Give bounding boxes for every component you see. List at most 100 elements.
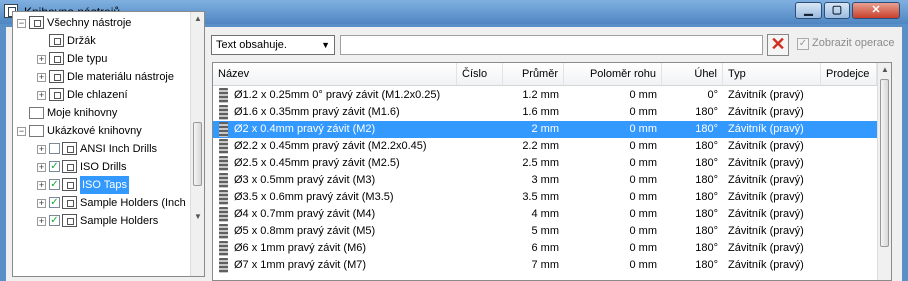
cell-name: Ø1.2 x 0.25mm 0° pravý závit (M1.2x0.25) [234, 89, 441, 101]
cell-type: Závitník (pravý) [728, 225, 804, 237]
cell-number [457, 257, 503, 274]
table-row[interactable]: Ø4 x 0.7mm pravý závit (M4) 4 mm 0 mm 180° Z… [213, 206, 877, 223]
expand-icon[interactable]: + [37, 199, 46, 208]
scroll-up-icon[interactable]: ▲ [194, 14, 202, 23]
cell-angle: 180° [695, 259, 718, 271]
table-row[interactable]: Ø7 x 1mm pravý závit (M7) 7 mm 0 mm 180° Záv… [213, 257, 877, 274]
expand-icon[interactable]: + [37, 181, 46, 190]
folder-icon [29, 125, 44, 137]
tree-item-label: Všechny nástroje [47, 17, 132, 29]
tool-library-icon [29, 16, 44, 29]
cell-angle: 180° [695, 225, 718, 237]
close-icon: ✕ [770, 34, 786, 54]
cell-vendor [821, 138, 877, 155]
cell-name: Ø7 x 1mm pravý závit (M7) [234, 259, 367, 271]
table-row[interactable]: Ø2.5 x 0.45mm pravý závit (M2.5) 2.5 mm 0 … [213, 155, 877, 172]
tree-item-checkbox[interactable]: ✓ [49, 161, 60, 172]
cell-number [457, 172, 503, 189]
expand-icon[interactable]: + [37, 145, 46, 154]
scroll-up-icon[interactable]: ▲ [881, 65, 889, 74]
column-header-name[interactable]: Název [213, 63, 457, 85]
maximize-button[interactable]: ▢ [824, 2, 850, 19]
column-header-angle[interactable]: Úhel [662, 63, 723, 85]
tap-icon [219, 122, 228, 137]
tree-item-label: Dle materiálu nástroje [67, 71, 174, 83]
table-row[interactable]: Ø1.6 x 0.35mm pravý závit (M1.6) 1.6 mm 0 … [213, 104, 877, 121]
table-row[interactable]: Ø1.2 x 0.25mm 0° pravý závit (M1.2x0.25)… [213, 87, 877, 104]
cell-vendor [821, 121, 877, 138]
library-tree[interactable]: − Všechny nástroje Držák + Dle typu + Dle mate… [12, 11, 205, 277]
cell-diameter: 1.6 mm [522, 106, 559, 118]
search-input[interactable] [340, 35, 763, 55]
column-header-diameter[interactable]: Průměr [503, 63, 564, 85]
expand-icon[interactable]: + [37, 163, 46, 172]
tree-item-checkbox[interactable]: ✓ [49, 197, 60, 208]
cell-number [457, 121, 503, 138]
tap-icon [219, 88, 228, 103]
cell-type: Závitník (pravý) [728, 259, 804, 271]
show-operations-checkbox[interactable]: ✓ [797, 38, 809, 50]
tree-item-label: Sample Holders [80, 215, 159, 227]
tree-scrollbar[interactable]: ▲ ▼ [190, 12, 204, 276]
table-row[interactable]: Ø6 x 1mm pravý závit (M6) 6 mm 0 mm 180° Záv… [213, 240, 877, 257]
tree-scroll-thumb[interactable] [193, 122, 202, 186]
cell-number [457, 87, 503, 104]
cell-name: Ø2.5 x 0.45mm pravý závit (M2.5) [234, 157, 400, 169]
cell-corner-radius: 0 mm [629, 106, 658, 118]
column-header-vendor[interactable]: Prodejce [821, 63, 877, 85]
tool-library-icon [62, 160, 77, 173]
cell-name: Ø3.5 x 0.6mm pravý závit (M3.5) [234, 191, 394, 203]
expand-icon[interactable]: + [37, 91, 46, 100]
tree-item-label: Dle typu [67, 53, 108, 65]
table-row[interactable]: Ø5 x 0.8mm pravý závit (M5) 5 mm 0 mm 180° Z… [213, 223, 877, 240]
column-header-corner-radius[interactable]: Poloměr rohu [564, 63, 662, 85]
scroll-down-icon[interactable]: ▼ [194, 212, 202, 221]
cell-diameter: 3 mm [531, 174, 560, 186]
column-header-number[interactable]: Číslo [457, 63, 503, 85]
tree-item-label: ISO Taps [80, 176, 130, 194]
cell-diameter: 7 mm [531, 259, 560, 271]
tap-icon [219, 224, 228, 239]
table-row[interactable]: Ø3 x 0.5mm pravý závit (M3) 3 mm 0 mm 180° Z… [213, 172, 877, 189]
close-button[interactable]: ✕ [852, 2, 900, 19]
tap-icon [219, 207, 228, 222]
table-row[interactable]: Ø2 x 0.4mm pravý závit (M2) 2 mm 0 mm 180° Z… [213, 121, 877, 138]
show-operations-label: Zobrazit operace [812, 37, 895, 49]
table-scrollbar[interactable]: ▲ [877, 63, 891, 280]
expand-icon[interactable]: + [37, 73, 46, 82]
cell-vendor [821, 172, 877, 189]
collapse-icon[interactable]: − [17, 127, 26, 136]
filter-mode-select[interactable]: Text obsahuje. ▼ [211, 35, 335, 55]
cell-type: Závitník (pravý) [728, 208, 804, 220]
cell-vendor [821, 104, 877, 121]
minimize-button[interactable]: ▁ [795, 2, 822, 19]
tool-library-icon [49, 34, 64, 47]
cell-corner-radius: 0 mm [629, 225, 658, 237]
column-header-type[interactable]: Typ [723, 63, 821, 85]
tool-library-icon [49, 52, 64, 65]
cell-angle: 180° [695, 106, 718, 118]
cell-angle: 180° [695, 174, 718, 186]
folder-icon [29, 107, 44, 119]
cell-angle: 180° [695, 191, 718, 203]
tool-table[interactable]: Název Číslo Průměr Poloměr rohu Úhel Typ Prode… [212, 62, 892, 281]
tree-item-checkbox[interactable]: ✓ [49, 179, 60, 190]
expand-icon[interactable]: + [37, 55, 46, 64]
table-row[interactable]: Ø3.5 x 0.6mm pravý závit (M3.5) 3.5 mm 0 m… [213, 189, 877, 206]
table-header: Název Číslo Průměr Poloměr rohu Úhel Typ Prode… [213, 63, 877, 86]
clear-filter-button[interactable]: ✕ [767, 34, 789, 56]
expand-icon[interactable]: + [37, 217, 46, 226]
cell-number [457, 155, 503, 172]
table-row[interactable]: Ø2.2 x 0.45mm pravý závit (M2.2x0.45) 2.2… [213, 138, 877, 155]
cell-corner-radius: 0 mm [629, 140, 658, 152]
table-scroll-thumb[interactable] [880, 79, 889, 247]
cell-corner-radius: 0 mm [629, 123, 658, 135]
cell-diameter: 1.2 mm [522, 89, 559, 101]
tool-library-icon [62, 214, 77, 227]
collapse-icon[interactable]: − [17, 19, 26, 28]
tree-item-checkbox[interactable]: ✓ [49, 215, 60, 226]
tap-icon [219, 258, 228, 273]
cell-number [457, 104, 503, 121]
tool-library-icon [62, 142, 77, 155]
tree-item-checkbox[interactable] [49, 143, 60, 154]
